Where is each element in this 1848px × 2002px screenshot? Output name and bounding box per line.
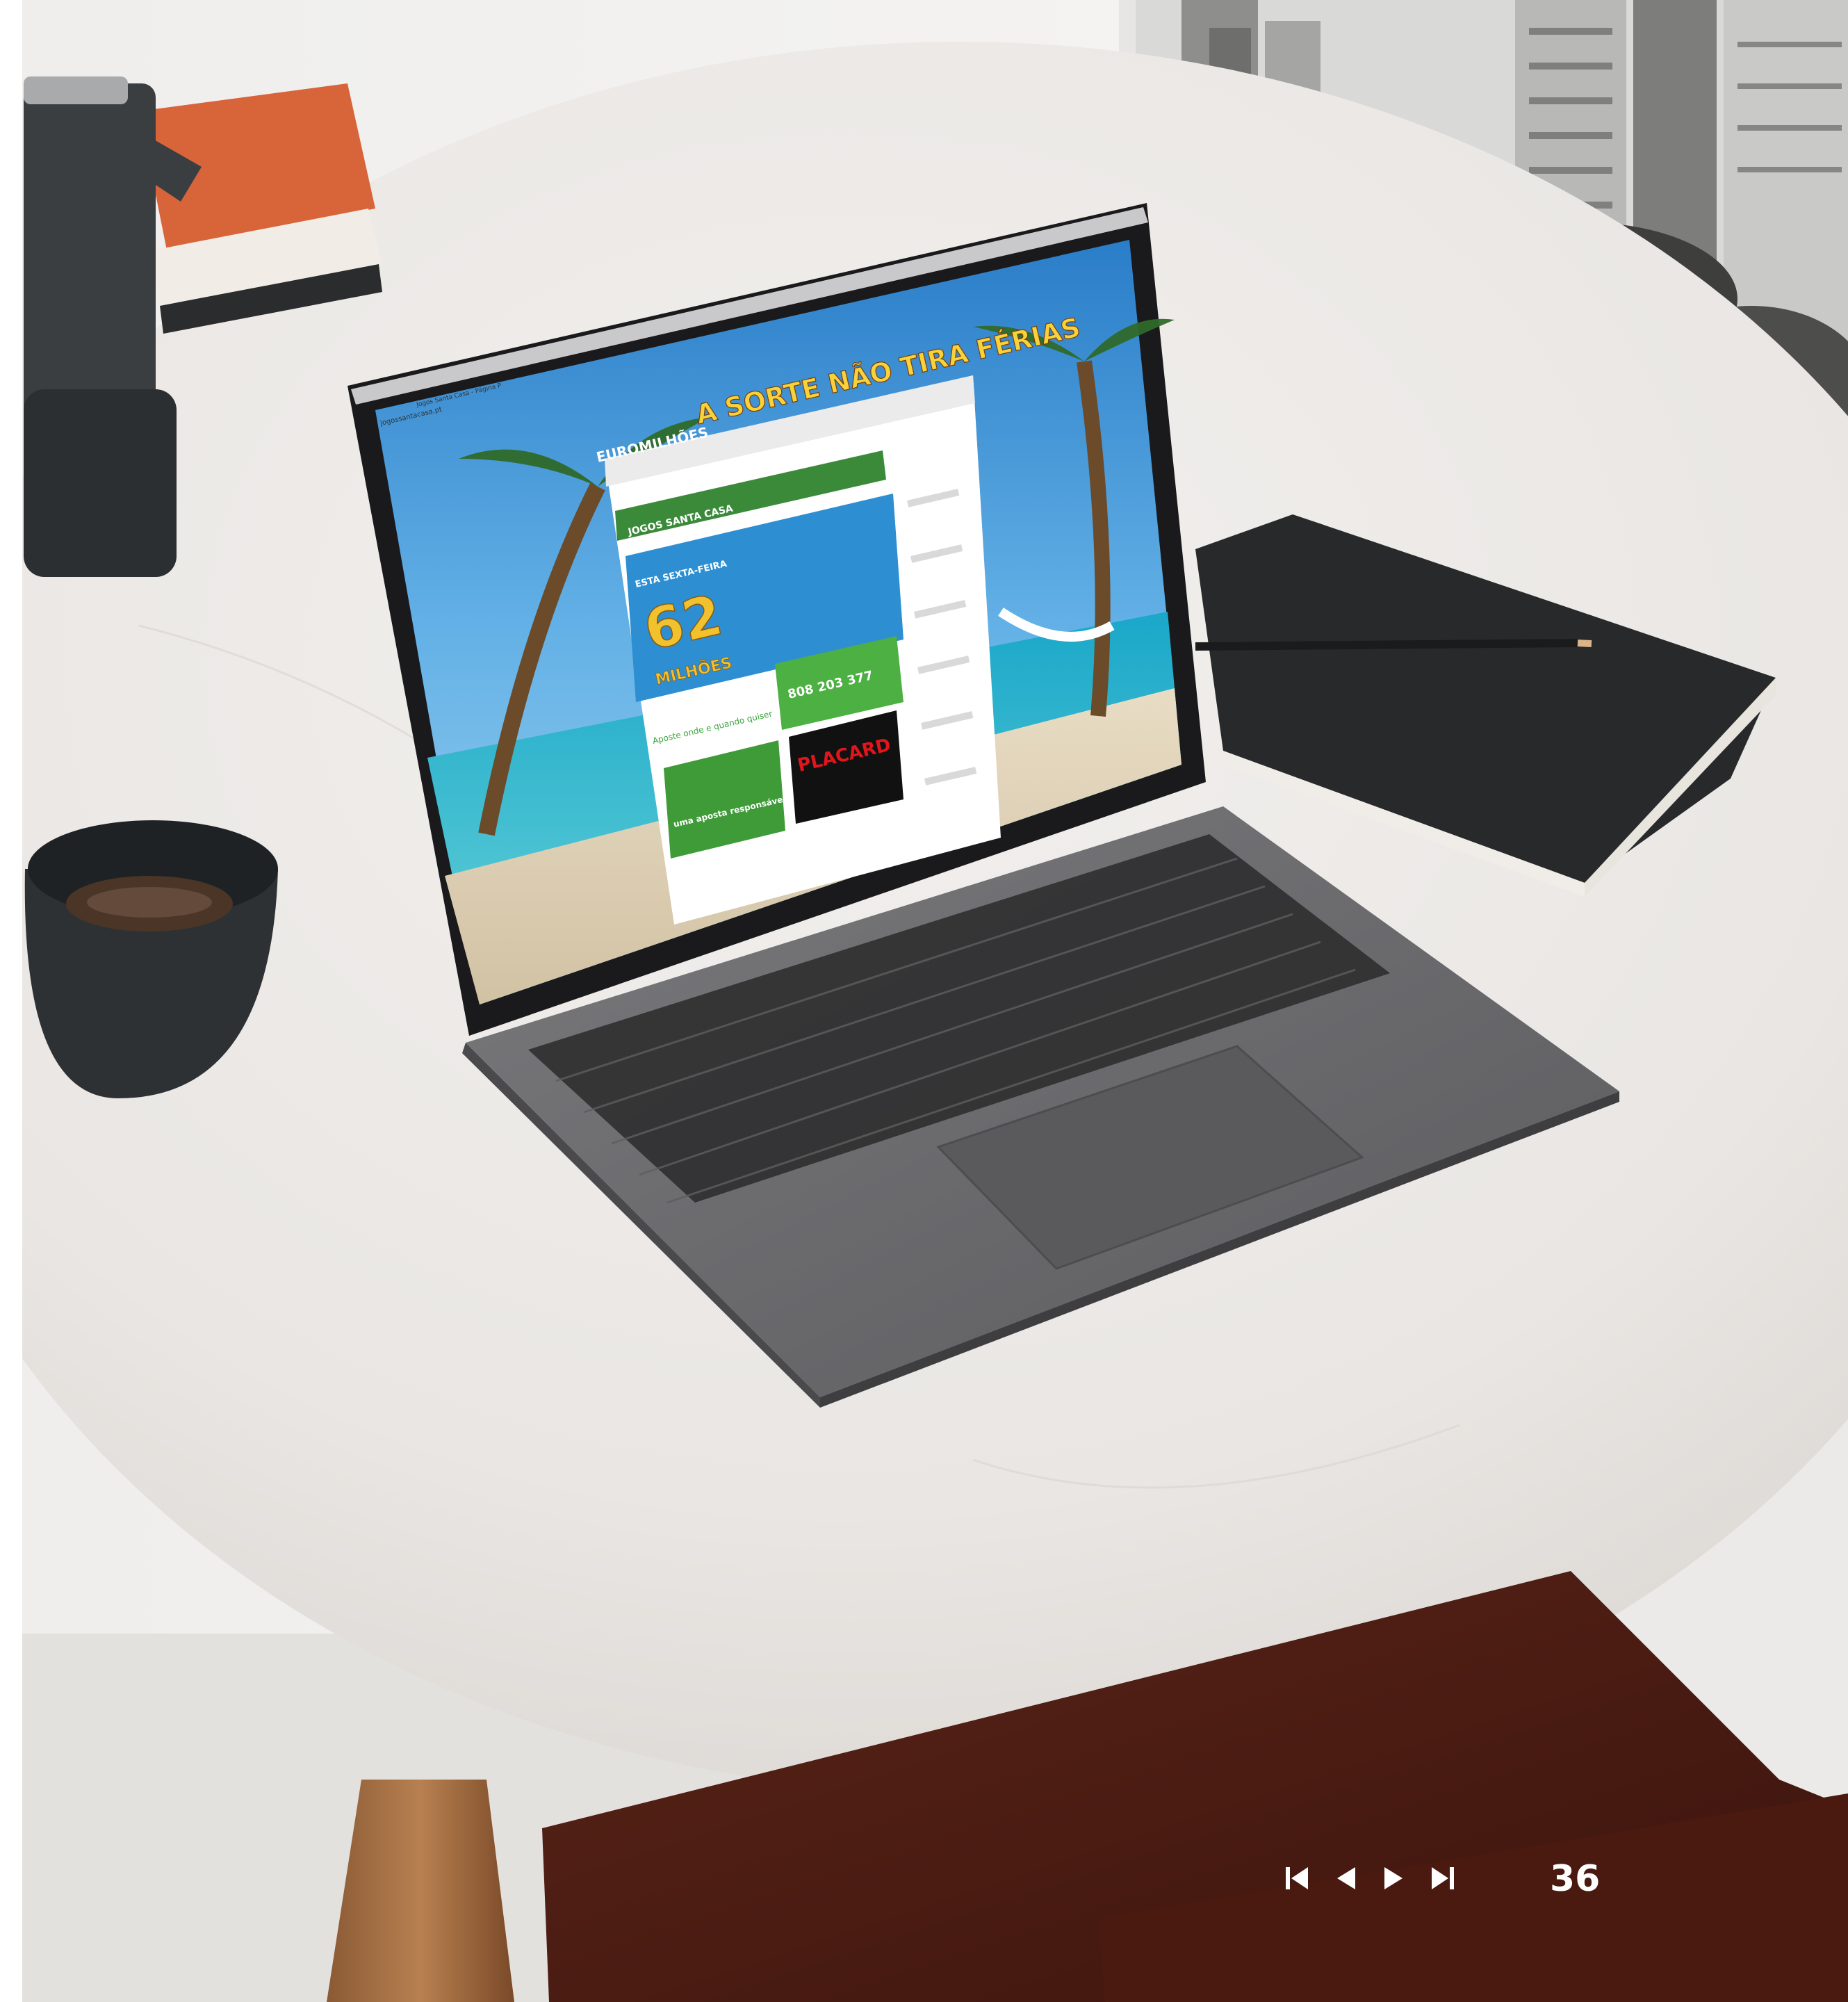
books: [139, 83, 382, 334]
first-page-icon: [1286, 1867, 1308, 1889]
previous-page-button[interactable]: [1326, 1856, 1365, 1901]
first-page-button[interactable]: [1277, 1856, 1316, 1901]
last-page-button[interactable]: [1423, 1856, 1462, 1901]
next-page-icon: [1384, 1867, 1403, 1889]
last-page-icon: [1432, 1867, 1454, 1889]
previous-page-icon: [1337, 1867, 1355, 1889]
next-page-button[interactable]: [1375, 1856, 1414, 1901]
page-number: 36: [1550, 1858, 1601, 1900]
photo-scene: A SORTE NÃO TIRA FÉRIAS EUROMILHÕES JOGO…: [0, 0, 1848, 2002]
